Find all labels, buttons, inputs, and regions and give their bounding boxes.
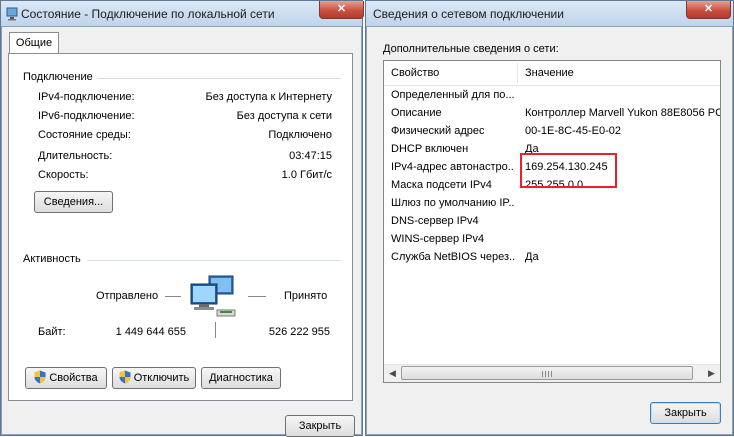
uac-shield-icon xyxy=(34,370,46,384)
sent-label: Отправлено xyxy=(96,290,159,302)
uac-shield-icon xyxy=(119,370,131,384)
window-title: Состояние - Подключение по локальной сет… xyxy=(21,7,275,21)
ipv6-connectivity-value: Без доступа к сети xyxy=(236,110,332,122)
list-item[interactable]: DNS-сервер IPv4 xyxy=(384,212,720,230)
property-name: Маска подсети IPv4 xyxy=(391,179,492,191)
activity-group-title: Активность xyxy=(23,253,81,265)
ipv4-connectivity-value: Без доступа к Интернету xyxy=(205,91,332,103)
list-item[interactable]: Определенный для по... xyxy=(384,86,720,104)
property-name: Определенный для по... xyxy=(391,89,515,101)
close-window-button[interactable]: ✕ xyxy=(319,1,364,19)
scroll-right-icon[interactable]: ▶ xyxy=(703,365,720,382)
scrollbar-thumb[interactable] xyxy=(401,366,693,380)
activity-line xyxy=(215,322,216,338)
column-header-property[interactable]: Свойство xyxy=(384,61,517,85)
status-window: Состояние - Подключение по локальной сет… xyxy=(0,0,364,437)
close-window-button[interactable]: ✕ xyxy=(686,1,731,19)
speed-value: 1.0 Гбит/с xyxy=(281,169,332,181)
property-name: Служба NetBIOS через... xyxy=(391,251,515,263)
list-item[interactable]: Служба NetBIOS через... Да xyxy=(384,248,720,266)
duration-label: Длительность: xyxy=(38,150,113,162)
connection-group-title: Подключение xyxy=(23,71,93,83)
property-value: Контроллер Marvell Yukon 88E8056 PC xyxy=(525,107,720,119)
speed-label: Скорость: xyxy=(38,169,89,181)
disable-button[interactable]: Отключить xyxy=(112,367,196,389)
horizontal-scrollbar[interactable]: ◀ ▶ xyxy=(384,364,720,382)
property-name: Физический адрес xyxy=(391,125,485,137)
property-name: DHCP включен xyxy=(391,143,469,155)
network-details-list[interactable]: Свойство Значение Определенный для по...… xyxy=(383,60,721,383)
property-name: IPv4-адрес автонастро... xyxy=(391,161,515,173)
property-name: DNS-сервер IPv4 xyxy=(391,215,479,227)
close-icon: ✕ xyxy=(336,3,347,15)
list-item[interactable]: WINS-сервер IPv4 xyxy=(384,230,720,248)
tab-general[interactable]: Общие xyxy=(9,32,59,54)
group-divider xyxy=(87,260,341,261)
list-item[interactable]: Описание Контроллер Marvell Yukon 88E805… xyxy=(384,104,720,122)
group-divider xyxy=(97,78,341,79)
highlight-box xyxy=(520,153,617,188)
ipv6-connectivity-label: IPv6-подключение: xyxy=(38,110,135,122)
close-button[interactable]: Закрыть xyxy=(650,402,721,424)
list-header: Свойство Значение xyxy=(384,61,720,86)
details-subtitle: Дополнительные сведения о сети: xyxy=(383,43,559,55)
property-value: Да xyxy=(525,251,539,263)
details-window-body: Дополнительные сведения о сети: Свойство… xyxy=(366,26,733,435)
property-name: Шлюз по умолчанию IP... xyxy=(391,197,515,209)
grip-icon xyxy=(542,371,552,377)
bytes-sent-value: 1 449 644 655 xyxy=(115,326,186,338)
general-tab-panel: Подключение IPv4-подключение: Без доступ… xyxy=(8,53,353,401)
bytes-received-value: 526 222 955 xyxy=(268,326,330,338)
received-label: Принято xyxy=(284,290,328,302)
media-state-label: Состояние среды: xyxy=(38,129,131,141)
property-name: Описание xyxy=(391,107,442,119)
properties-label: Свойства xyxy=(49,372,98,384)
duration-value: 03:47:15 xyxy=(289,150,332,162)
close-button[interactable]: Закрыть xyxy=(285,415,355,437)
scroll-left-icon[interactable]: ◀ xyxy=(384,365,401,382)
status-window-body: Общие Подключение IPv4-подключение: Без … xyxy=(1,26,362,437)
property-value: 00-1E-8C-45-E0-02 xyxy=(525,125,621,137)
properties-button[interactable]: Свойства xyxy=(25,367,107,389)
list-item[interactable]: Шлюз по умолчанию IP... xyxy=(384,194,720,212)
status-window-titlebar[interactable]: Состояние - Подключение по локальной сет… xyxy=(1,1,364,27)
ipv4-connectivity-label: IPv4-подключение: xyxy=(38,91,135,103)
received-line xyxy=(248,296,266,297)
network-adapter-icon xyxy=(6,7,18,21)
details-button[interactable]: Сведения... xyxy=(34,191,113,213)
list-item[interactable]: Физический адрес 00-1E-8C-45-E0-02 xyxy=(384,122,720,140)
details-window: Сведения о сетевом подключении ✕ Дополни… xyxy=(365,0,734,436)
property-name: WINS-сервер IPv4 xyxy=(391,233,485,245)
close-icon: ✕ xyxy=(703,3,714,15)
media-state-value: Подключено xyxy=(268,129,332,141)
computer-network-activity-icon xyxy=(190,275,236,317)
diagnose-button[interactable]: Диагностика xyxy=(201,367,281,389)
disable-label: Отключить xyxy=(133,372,190,384)
column-header-value[interactable]: Значение xyxy=(518,61,720,85)
window-title: Сведения о сетевом подключении xyxy=(373,7,564,21)
details-window-titlebar[interactable]: Сведения о сетевом подключении ✕ xyxy=(366,1,733,27)
sent-line xyxy=(165,296,181,297)
bytes-label: Байт: xyxy=(38,326,66,338)
